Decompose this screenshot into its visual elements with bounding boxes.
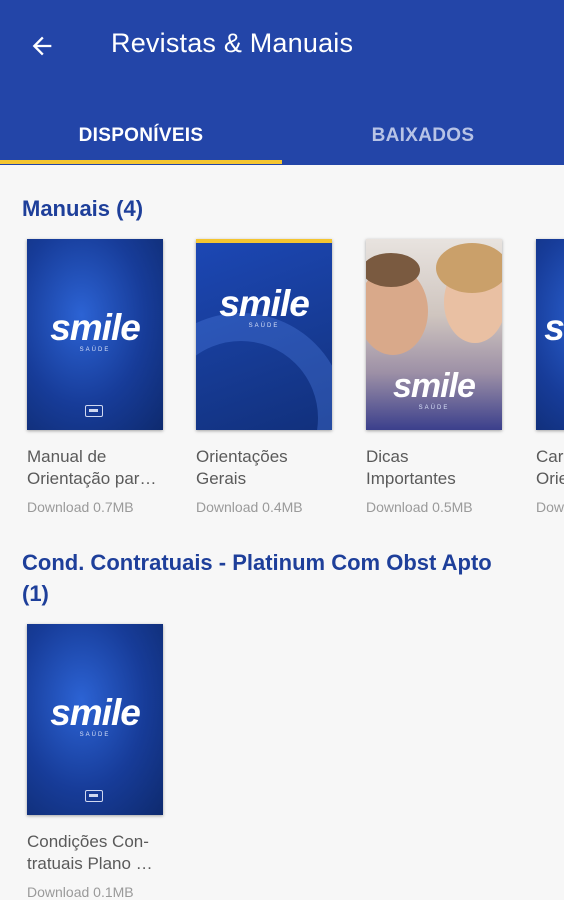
cover-image: smile SAÚDE	[196, 239, 332, 430]
cover-image: smile SAÚDE	[27, 239, 163, 430]
back-button[interactable]	[22, 26, 62, 66]
card-download-size: Dow	[536, 499, 564, 515]
logo-subtext: SAÚDE	[418, 405, 450, 411]
card-title: Condições Con- tratuais Plano …	[27, 832, 153, 873]
logo-subtext: SAÚDE	[79, 732, 111, 738]
smile-logo: s	[544, 307, 564, 348]
card-icon	[85, 790, 103, 802]
tab-baixados[interactable]: BAIXADOS	[282, 112, 564, 160]
tab-indicator	[0, 160, 282, 164]
cover-image: s	[536, 239, 564, 430]
page-title: Revistas & Manuais	[111, 28, 354, 58]
card-download-size: Download 0.7MB	[27, 499, 134, 515]
card-download-size: Download 0.4MB	[196, 499, 303, 515]
smile-logo: smile	[50, 307, 141, 348]
logo-subtext: SAÚDE	[79, 347, 111, 353]
card-title: Dicas Importantes	[366, 447, 456, 488]
card-download-size: Download 0.5MB	[366, 499, 473, 515]
photo-hair-woman	[436, 243, 502, 293]
smile-logo: smile	[393, 367, 476, 405]
cover-photo: smile SAÚDE	[366, 239, 502, 430]
app-bar: Revistas & Manuais DISPONÍVEIS BAIXADOS	[0, 0, 564, 165]
arrow-left-icon	[32, 36, 52, 56]
smile-logo: smile	[219, 283, 310, 324]
tab-disponiveis[interactable]: DISPONÍVEIS	[0, 112, 282, 160]
card-title: Orientações Gerais	[196, 447, 288, 488]
section-title-manuais: Manuais (4)	[22, 196, 144, 221]
card-title: Manual de Orientação par…	[27, 447, 157, 488]
card-title: Car Orie	[536, 447, 564, 488]
card-icon	[85, 405, 103, 417]
card-download-size: Download 0.1MB	[27, 884, 134, 900]
content-area[interactable]: Manuais (4) smile SAÚDE Manual de Orient…	[0, 165, 564, 900]
cover-image: smile SAÚDE	[27, 624, 163, 815]
smile-logo: smile	[50, 692, 141, 733]
logo-subtext: SAÚDE	[248, 323, 280, 329]
cover-swoosh	[196, 313, 332, 430]
section-title-cond-contratuais: Cond. Contratuais - Platinum Com Obst Ap…	[22, 550, 492, 606]
